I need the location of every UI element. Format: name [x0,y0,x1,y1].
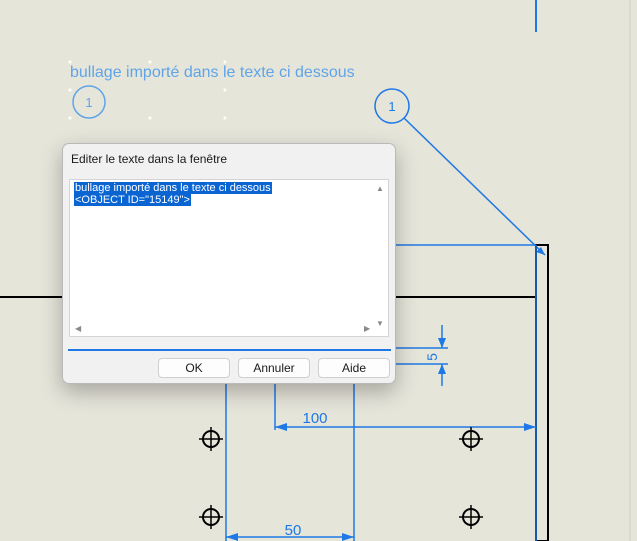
text-line-2[interactable]: <OBJECT ID="15149"> [74,194,191,206]
scroll-right-icon[interactable]: ▶ [364,325,370,333]
dimension-50-label: 50 [285,522,302,539]
hole-marks [199,427,483,529]
scroll-down-icon[interactable]: ▼ [376,320,384,328]
dim-arrow-icon [275,423,287,431]
hole-center-icon [199,505,223,529]
hole-center-icon [199,427,223,451]
scroll-up-icon[interactable]: ▲ [376,185,384,193]
dim-arrow-icon [342,533,354,541]
balloon-large-number: 1 [388,99,395,114]
dialog-title: Editer le texte dans la fenêtre [71,152,228,166]
dimension-100-label: 100 [302,410,327,427]
balloon-small-number: 1 [85,95,92,110]
dim-arrow-icon [226,533,238,541]
dim-arrow-icon [438,364,446,374]
ok-button[interactable]: OK [158,358,230,378]
dim-arrow-icon [524,423,536,431]
cancel-button[interactable]: Annuler [238,358,310,378]
text-edit-area[interactable]: bullage importé dans le texte ci dessous… [69,179,389,337]
hole-center-icon [459,427,483,451]
drawing-note[interactable]: bullage importé dans le texte ci dessous [70,64,355,82]
balloon-leader [403,117,546,256]
extension-lines-lower [225,384,355,541]
vertical-scrollbar[interactable]: ▲ ▼ [373,180,388,335]
edit-text-dialog: Editer le texte dans la fenêtre bullage … [62,143,396,384]
dimension-5[interactable] [396,325,448,386]
dim-arrow-icon [438,338,446,348]
dimension-5-label: 5 [424,353,440,361]
help-button[interactable]: Aide [318,358,390,378]
dialog-separator [68,349,391,351]
horizontal-scrollbar[interactable]: ◀ ▶ [70,322,374,336]
hole-center-icon [459,505,483,529]
scroll-left-icon[interactable]: ◀ [75,325,81,333]
text-line-1[interactable]: bullage importé dans le texte ci dessous [74,182,272,194]
